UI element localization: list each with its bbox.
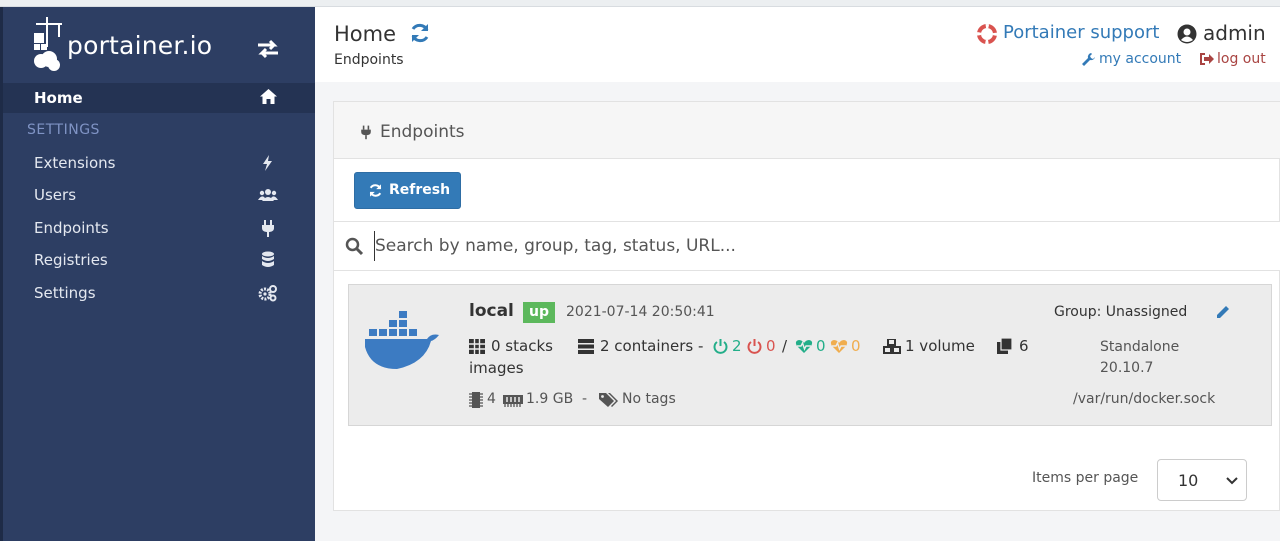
cubes-icon [883, 339, 901, 354]
sidebar-item-home[interactable]: Home [3, 83, 315, 113]
endpoint-item[interactable]: local up 2021-07-14 20:50:41 Group: Unas… [348, 284, 1272, 426]
pencil-icon[interactable] [1215, 304, 1231, 320]
widget-title-label: Endpoints [380, 122, 465, 142]
refresh-label: Refresh [389, 182, 451, 198]
sidebar-item-label: Extensions [34, 154, 116, 172]
memory-size: 1.9 GB [526, 391, 574, 407]
sidebar-item-users[interactable]: Users [34, 182, 294, 208]
stats-separator: / [782, 337, 788, 355]
heartbeat-icon [795, 340, 813, 353]
search-bar [334, 221, 1280, 271]
username: admin [1203, 21, 1266, 45]
sidebar-item-label: Registries [34, 251, 108, 269]
chevron-down-icon [1226, 477, 1238, 485]
resources-separator: - [582, 391, 588, 407]
wrench-icon [1082, 53, 1095, 66]
user-circle-icon [1177, 24, 1197, 44]
sidebar-item-extensions[interactable]: Extensions [34, 150, 294, 176]
sidebar-item-registries[interactable]: Registries [34, 247, 294, 273]
sign-out-icon [1200, 53, 1214, 65]
sidebar-item-label: Settings [34, 284, 96, 302]
plug-icon [361, 125, 371, 140]
widget-header: Endpoints [334, 102, 1280, 159]
endpoints-widget: Endpoints Refresh Search by name, group,… [333, 101, 1280, 511]
endpoint-url: /var/run/docker.sock [1073, 391, 1216, 407]
images-label: images [469, 359, 524, 377]
users-icon [258, 189, 278, 201]
endpoint-group: Group: Unassigned [1054, 304, 1188, 320]
brand-logo[interactable]: portainer.io [32, 15, 282, 75]
volumes-count: 1 volume [905, 337, 975, 355]
images-count: 6 [1019, 337, 1029, 355]
sidebar-item-label: Home [34, 89, 83, 107]
stacks-count: 0 stacks [491, 337, 553, 355]
cpu-count: 4 [487, 391, 496, 407]
healthy-count: 0 [816, 337, 826, 355]
page-title: Home [334, 22, 397, 46]
sidebar-item-settings[interactable]: Settings [34, 280, 294, 306]
endpoint-version: 20.10.7 [1100, 360, 1154, 376]
page-header: Home Endpoints Portainer support admin m… [315, 7, 1280, 82]
support-label: Portainer support [1003, 22, 1160, 43]
microchip-icon [469, 392, 483, 408]
endpoint-name: local [469, 301, 514, 321]
sidebar-item-endpoints[interactable]: Endpoints [34, 215, 294, 241]
plug-icon [262, 220, 274, 237]
sidebar: portainer.io Home SETTINGS Extensions Us… [0, 7, 315, 541]
browser-top-strip [0, 0, 1280, 7]
sidebar-toggle-icon[interactable] [256, 39, 280, 59]
tags-icon [599, 393, 618, 407]
breadcrumb: Endpoints [334, 52, 404, 68]
search-input[interactable] [374, 231, 1254, 261]
log-out-label: log out [1217, 51, 1266, 67]
life-ring-icon [977, 24, 997, 44]
docker-logo-icon [365, 311, 439, 369]
home-icon [260, 89, 277, 104]
heartbeat-unhealthy-icon [830, 340, 848, 353]
sidebar-item-label: Users [34, 186, 77, 204]
bolt-icon [263, 155, 272, 171]
server-icon [578, 339, 594, 354]
containers-count: 2 containers - [600, 337, 704, 355]
endpoint-type: Standalone 20.10.7 [1100, 337, 1179, 379]
endpoint-timestamp: 2021-07-14 20:50:41 [566, 304, 715, 320]
running-count: 2 [732, 337, 742, 355]
memory-icon [503, 395, 523, 407]
cogs-icon [258, 285, 277, 302]
items-per-page-value: 10 [1178, 471, 1199, 490]
power-on-icon [713, 339, 728, 354]
sidebar-item-label: Endpoints [34, 219, 109, 237]
table-icon [469, 339, 485, 354]
refresh-icon[interactable] [409, 22, 431, 44]
endpoint-type-label: Standalone [1100, 339, 1180, 355]
clone-icon [997, 338, 1013, 354]
status-badge: up [523, 302, 555, 323]
items-per-page-select[interactable]: 10 [1157, 459, 1247, 501]
tags-label: No tags [622, 391, 676, 407]
refresh-icon [369, 184, 382, 197]
my-account-label: my account [1099, 51, 1182, 67]
portainer-logo-icon [34, 17, 62, 71]
unhealthy-count: 0 [851, 337, 861, 355]
search-icon [345, 237, 364, 256]
database-icon [262, 251, 274, 267]
stopped-count: 0 [766, 337, 776, 355]
settings-heading: SETTINGS [27, 122, 100, 138]
refresh-button[interactable]: Refresh [354, 172, 461, 209]
power-off-icon [747, 339, 762, 354]
items-per-page-label: Items per page [1032, 470, 1139, 486]
brand-name: portainer.io [67, 31, 213, 60]
